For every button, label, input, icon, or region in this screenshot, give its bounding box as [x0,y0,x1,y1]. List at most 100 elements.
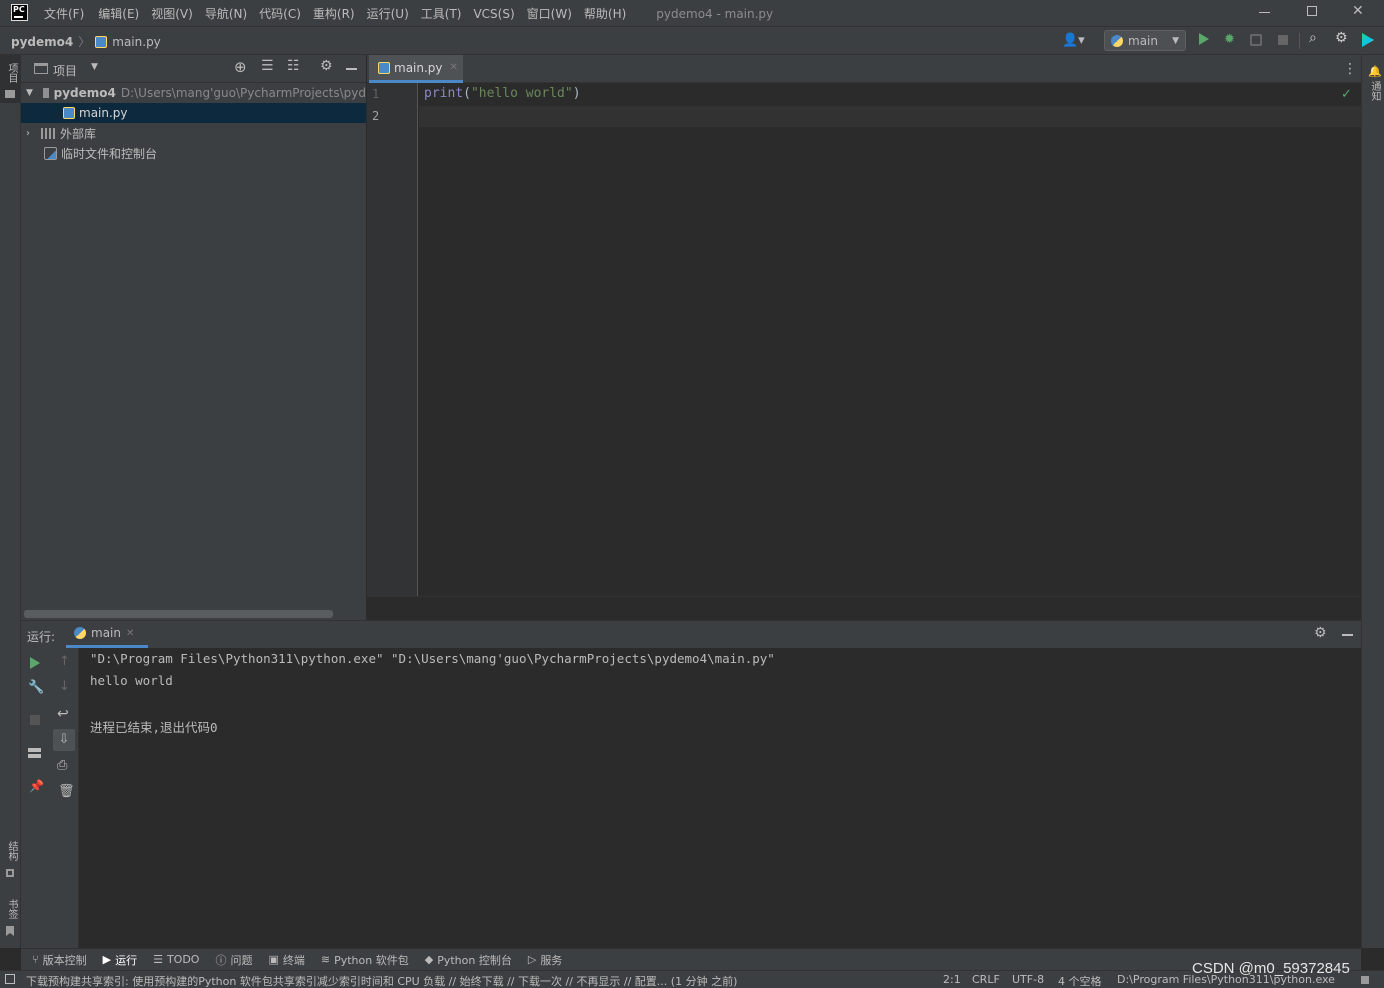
menu-edit[interactable]: 编辑(E) [98,5,139,22]
project-panel-title[interactable]: 项目 [53,62,77,79]
print-icon[interactable]: ⎙ [57,758,67,773]
expand-chevron-icon[interactable]: ▼ [26,88,33,98]
scroll-up-arrow-icon[interactable]: ↑ [59,654,70,669]
stop-run-icon[interactable] [30,715,40,725]
minimize-icon[interactable] [1259,12,1270,13]
layout-icon[interactable] [28,748,41,758]
editor-tab-label: main.py [394,60,443,75]
hide-panel-icon[interactable] [346,68,357,70]
tool-vcs[interactable]: ⑂ 版本控制 [32,952,87,968]
jetbrains-toolbox-icon[interactable] [1362,33,1374,47]
collapsed-chevron-icon[interactable]: › [26,128,30,139]
right-tool-strip: 🔔 通知 [1361,55,1384,948]
user-icon[interactable]: 👤▾ [1062,33,1085,48]
expand-all-icon[interactable]: ☰ [261,58,274,74]
menu-view[interactable]: 视图(V) [151,5,193,22]
tree-row-scratches[interactable]: 临时文件和控制台 [21,143,366,163]
run-settings-gear-icon[interactable]: ⚙ [1314,625,1327,641]
scratches-label: 临时文件和控制台 [61,146,158,161]
python-console-icon: ◆ [424,953,434,966]
rerun-icon[interactable] [30,657,40,669]
code-paren: ( [463,86,471,101]
tool-python-packages-label: Python 软件包 [334,953,409,967]
tool-problems[interactable]: ⓘ 问题 [215,952,252,968]
tool-python-packages[interactable]: ≋ Python 软件包 [321,952,409,968]
menu-vcs[interactable]: VCS(S) [473,7,514,21]
menu-run[interactable]: 运行(U) [367,5,409,22]
structure-tool-button[interactable]: 结构 [0,835,20,883]
bookmarks-tool-button[interactable]: 书签 [0,893,20,941]
settings-gear-icon[interactable]: ⚙ [1335,30,1348,46]
run-panel-label: 运行: [27,630,56,644]
collapse-all-icon[interactable]: ☷ [287,58,300,74]
tree-row-external-libs[interactable]: › 外部库 [21,123,366,143]
search-icon[interactable]: ⌕ [1309,30,1317,46]
menu-tools[interactable]: 工具(T) [421,5,462,22]
run-tab-main[interactable]: main ✕ [66,621,148,648]
tool-run[interactable]: ▶ 运行 [103,952,137,968]
tree-row-root[interactable]: ▼ pydemo4 D:\Users\mang'guo\PycharmProje… [21,83,366,103]
close-tab-icon[interactable]: ✕ [450,62,458,73]
notifications-bell-icon[interactable]: 🔔 [1368,65,1382,78]
editor-tab-main-py[interactable]: main.py ✕ [369,55,463,83]
title-bar: PC 文件(F) 编辑(E) 视图(V) 导航(N) 代码(C) 重构(R) 运… [0,0,1384,26]
locate-file-icon[interactable]: ⊕ [234,58,247,76]
lock-icon[interactable] [1361,976,1369,984]
breadcrumb-project[interactable]: pydemo4 [11,35,73,49]
run-config-selector[interactable]: main ▼ [1104,30,1186,51]
tool-python-console[interactable]: ◆ Python 控制台 [425,952,512,968]
code-editor[interactable]: print("hello world") ✓ [419,83,1361,596]
menu-file[interactable]: 文件(F) [44,5,84,22]
navigation-bar: pydemo4 〉 main.py 👤▾ main ▼ ✹ ⌕ ⚙ [0,26,1384,55]
menu-navigate[interactable]: 导航(N) [205,5,247,22]
current-line-highlight [419,106,1361,127]
maximize-icon[interactable] [1307,6,1317,16]
project-horizontal-scrollbar[interactable] [24,610,333,618]
code-line-1[interactable]: print("hello world") [424,86,581,101]
menu-window[interactable]: 窗口(W) [527,5,572,22]
tree-file-name: main.py [79,106,128,120]
folder-icon [42,88,49,98]
tool-todo[interactable]: ☰ TODO [153,953,199,966]
project-view-dropdown-icon[interactable]: ▼ [91,62,98,72]
line-separator[interactable]: CRLF [972,973,1000,986]
clear-trash-icon[interactable]: 🗑 [58,784,75,799]
console-output[interactable]: "D:\Program Files\Python311\python.exe" … [79,648,1361,948]
scroll-down-arrow-icon[interactable]: ↓ [59,679,70,694]
packages-stack-icon: ≋ [320,953,331,966]
menu-refactor[interactable]: 重构(R) [313,5,355,22]
close-window-icon[interactable]: ✕ [1352,3,1364,19]
tool-services[interactable]: ▷ 服务 [528,952,562,968]
structure-tool-label: 结构 [6,841,17,861]
menu-code[interactable]: 代码(C) [259,5,301,22]
toggle-tool-windows-icon[interactable] [5,974,15,984]
scroll-to-end-icon[interactable]: ⇩ [53,729,75,751]
debug-icon[interactable]: ✹ [1224,32,1235,47]
close-run-tab-icon[interactable]: ✕ [126,628,134,639]
run-icon[interactable] [1199,33,1209,45]
caret-position[interactable]: 2:1 [943,973,961,986]
soft-wrap-icon[interactable]: ↩ [57,706,69,722]
notifications-label[interactable]: 通知 [1367,81,1382,101]
left-tool-strip: 项目 结构 书签 [0,55,21,948]
watermark: CSDN @m0_59372845 [1192,960,1350,977]
status-message[interactable]: 下载预构建共享索引: 使用预构建的Python 软件包共享索引减少索引时间和 C… [26,973,737,988]
breadcrumb-file[interactable]: main.py [112,35,161,49]
more-options-icon[interactable]: ⋮ [1343,61,1357,77]
coverage-icon[interactable] [1250,34,1262,46]
project-tool-button[interactable]: 项目 [0,55,20,103]
tree-row-main-py[interactable]: main.py [21,103,366,123]
status-bar: 下载预构建共享索引: 使用预构建的Python 软件包共享索引减少索引时间和 C… [0,970,1384,988]
edit-config-wrench-icon[interactable]: 🔧 [28,680,44,695]
problems-info-icon: ⓘ [215,953,227,967]
panel-settings-icon[interactable]: ⚙ [320,58,333,74]
vcs-branch-icon: ⑂ [32,953,39,966]
hide-run-panel-icon[interactable] [1342,634,1353,636]
pin-tab-icon[interactable]: 📌 [29,779,44,793]
tool-terminal[interactable]: ▣ 终端 [268,952,304,968]
file-encoding[interactable]: UTF-8 [1012,973,1044,986]
stop-icon[interactable] [1278,35,1288,45]
no-problems-check-icon[interactable]: ✓ [1341,87,1352,102]
menu-help[interactable]: 帮助(H) [584,5,626,22]
indent-setting[interactable]: 4 个空格 [1058,973,1102,988]
